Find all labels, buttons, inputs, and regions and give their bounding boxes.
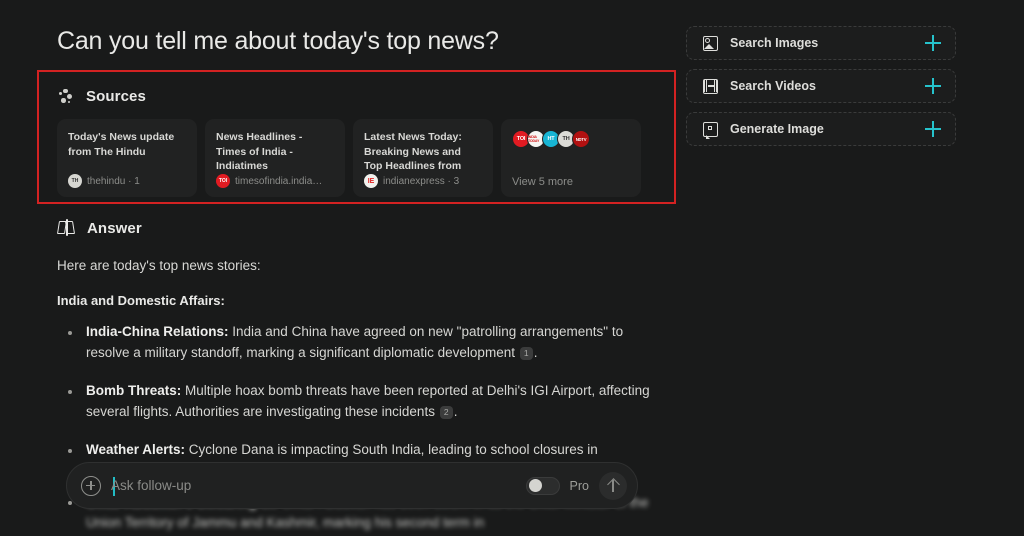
list-item: Weather Alerts: Cyclone Dana is impactin… [57, 440, 657, 461]
source-avatar-stack: TOI INDIA TODAY HT TH NDTV [512, 130, 630, 148]
citation-badge[interactable]: 1 [519, 346, 533, 360]
plus-circle-icon[interactable] [81, 475, 101, 496]
source-card-domain: indianexpress · 3 [383, 175, 460, 187]
source-card[interactable]: Latest News Today: Breaking News and Top… [353, 119, 493, 197]
rail-item-label: Search Images [730, 36, 819, 50]
perplexity-answer-page: Can you tell me about today's top news? … [0, 0, 1024, 536]
source-card-domain: timesofindia.india… · 2 [235, 175, 331, 187]
followup-bar[interactable]: Pro [66, 462, 638, 509]
plus-icon[interactable] [925, 121, 941, 137]
source-card-footer: TOI timesofindia.india… · 2 [216, 174, 334, 188]
rail-item-search-videos[interactable]: Search Videos [686, 69, 956, 103]
bullet-text: Cyclone Dana is impacting South India, l… [185, 442, 598, 457]
source-card[interactable]: News Headlines - Times of India - Indiat… [205, 119, 345, 197]
right-rail: Search Images Search Videos Generate Ima… [686, 26, 956, 155]
answer-heading: Answer [87, 219, 142, 237]
source-card-domain: thehindu · 1 [87, 175, 140, 187]
pro-toggle[interactable] [525, 476, 560, 495]
timesofindia-favicon: TOI [216, 174, 230, 188]
rail-item-label: Search Videos [730, 79, 816, 93]
bullet-tail: . [533, 344, 538, 360]
page-title: Can you tell me about today's top news? [57, 27, 499, 55]
source-card-title: Today's News update from The Hindu [68, 131, 175, 158]
search-input[interactable] [111, 478, 516, 493]
answer-header: Answer [56, 216, 657, 240]
source-card[interactable]: Today's News update from The Hindu TH th… [57, 119, 197, 197]
rail-item-search-images[interactable]: Search Images [686, 26, 956, 60]
image-icon [703, 35, 718, 51]
pro-label: Pro [569, 478, 589, 493]
bullet-tail: . [453, 403, 458, 419]
sources-heading: Sources [86, 87, 146, 105]
rail-item-label: Generate Image [730, 122, 824, 136]
sources-section: Sources Today's News update from The Hin… [57, 84, 657, 197]
ndtv-avatar: NDTV [572, 130, 590, 148]
bullet-term: Weather Alerts: [86, 442, 186, 457]
answer-lead-text: Here are today's top news stories: [57, 258, 261, 273]
generate-image-icon [703, 121, 718, 139]
perplexity-logo-icon [56, 218, 76, 238]
submit-button[interactable] [599, 471, 627, 500]
source-card-footer: IE indianexpress · 3 [364, 174, 482, 188]
plus-icon[interactable] [925, 35, 941, 51]
list-item: India-China Relations: India and China h… [57, 322, 657, 363]
rail-item-generate-image[interactable]: Generate Image [686, 112, 956, 146]
bullet-term: Bomb Threats: [86, 383, 182, 398]
list-item: Bomb Threats: Multiple hoax bomb threats… [57, 381, 657, 422]
view-more-sources-card[interactable]: TOI INDIA TODAY HT TH NDTV View 5 more [501, 119, 641, 197]
indianexpress-favicon: IE [364, 174, 378, 188]
source-card-title: Latest News Today: Breaking News and Top… [364, 131, 462, 172]
arrow-up-icon [606, 479, 620, 493]
source-card-footer: TH thehindu · 1 [68, 174, 186, 188]
film-icon [703, 78, 718, 94]
citation-badge[interactable]: 2 [439, 405, 453, 419]
sources-header: Sources [57, 84, 657, 108]
dots-cluster-icon [57, 87, 75, 105]
plus-icon[interactable] [925, 78, 941, 94]
view-more-label: View 5 more [512, 176, 573, 188]
bullet-term: India-China Relations: [86, 324, 229, 339]
source-card-title: News Headlines - Times of India - Indiat… [216, 131, 303, 172]
thehindu-favicon: TH [68, 174, 82, 188]
answer-subheading: India and Domestic Affairs: [57, 293, 225, 308]
pro-toggle-knob [528, 479, 542, 492]
sources-card-list: Today's News update from The Hindu TH th… [57, 119, 657, 197]
